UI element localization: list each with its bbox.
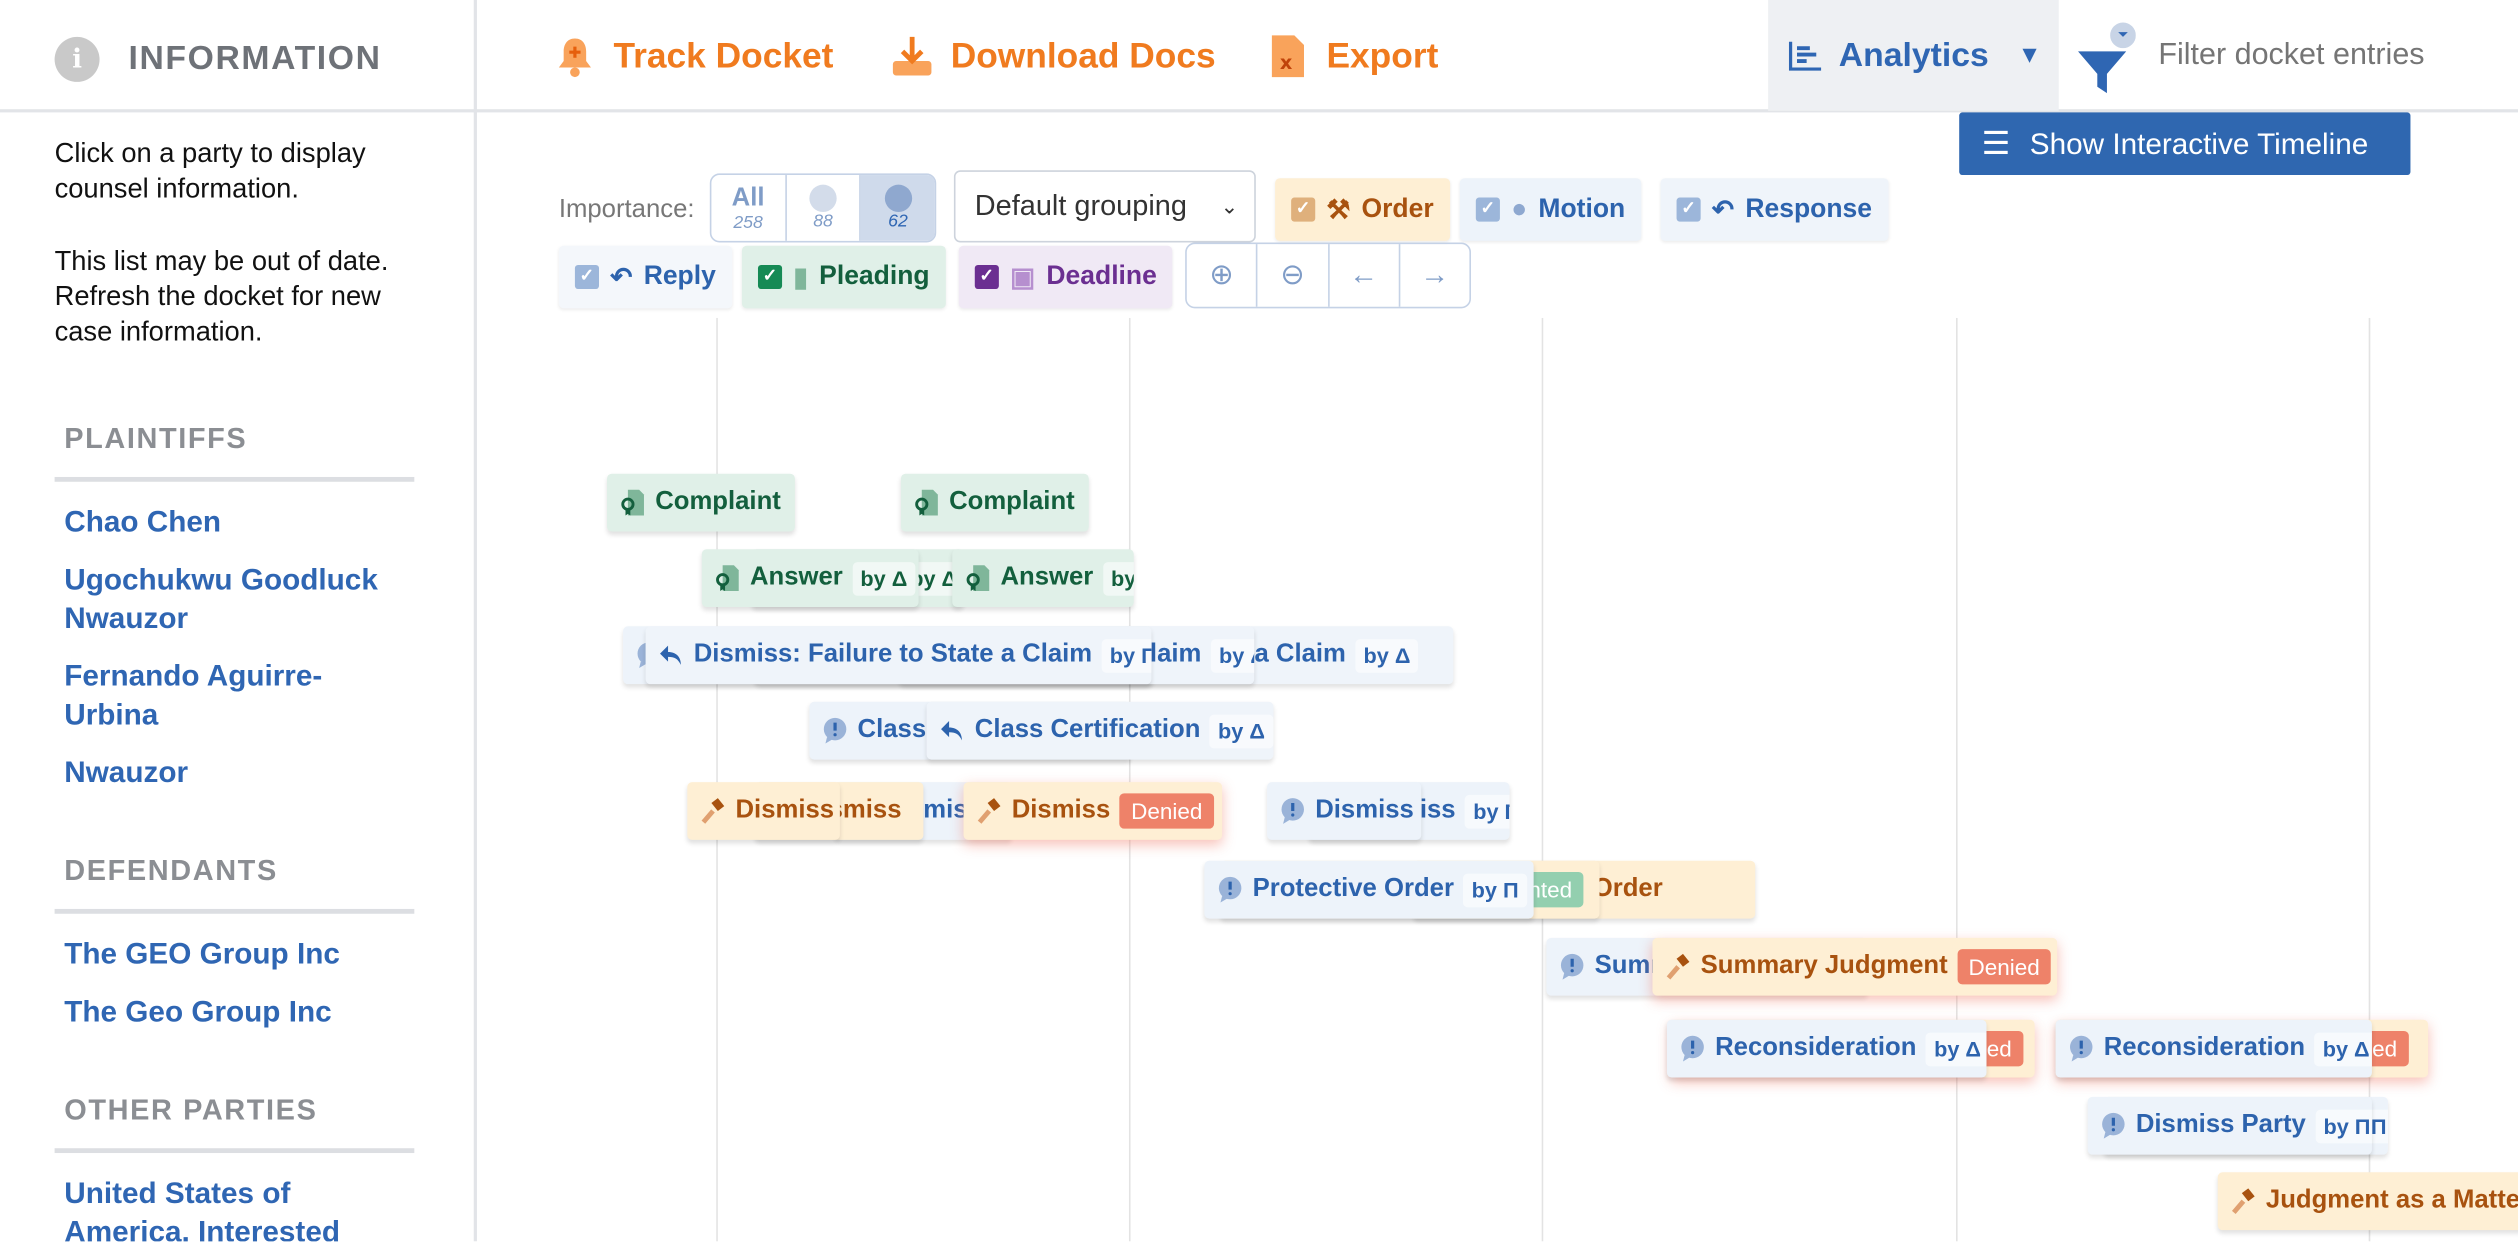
speech-bubble-icon (823, 717, 847, 744)
status-badge: Denied (1119, 793, 1214, 829)
party-badge: by Π (1101, 638, 1152, 673)
entry-label: Answer (1000, 563, 1094, 591)
party-badge: by Π (1463, 872, 1527, 907)
docket-entry-pleading[interactable]: Answer by Δ (952, 549, 1134, 608)
speech-bubble-icon (1281, 798, 1304, 824)
entry-label: Judgment as a Matter (2265, 1186, 2518, 1215)
party-badge: by Δ (1926, 1031, 1987, 1066)
docket-entry-order[interactable]: Dismiss Denied (963, 782, 1223, 840)
entry-label: Complaint (655, 488, 781, 516)
entry-label: Dismiss (1315, 796, 1414, 824)
party-badge: by Π (2315, 1108, 2372, 1143)
entry-label: Dismiss: Failure to State a Claim (693, 640, 1093, 669)
party-badge: by Δ (852, 561, 916, 595)
docket-entry-motion[interactable]: Protective Order by Π (1204, 860, 1534, 919)
party-link[interactable]: Ugochukwu Goodluck Nwauzor (64, 560, 409, 637)
gavel-icon (1666, 953, 1690, 980)
docket-entry-order[interactable]: Judgment as a Matter (2217, 1172, 2518, 1231)
divider (54, 1148, 415, 1154)
plaintiffs-heading: PLAINTIFFS (64, 422, 248, 455)
gridline (1541, 317, 1544, 1242)
party-badge: by Π (1465, 794, 1510, 828)
party-link[interactable]: Chao Chen (64, 503, 449, 542)
docket-entry-motion[interactable]: Dismiss Party by Π (2087, 1096, 2372, 1155)
reply-arrow-icon (941, 721, 962, 741)
timeline: ComplaintComplaintAnswerby ΔAnswerby ΔAn… (479, 0, 2518, 1242)
docket-entry-order[interactable]: Dismiss (687, 782, 840, 840)
entry-label: Dismiss Party (2135, 1111, 2306, 1139)
docket-entry-pleading[interactable]: Complaint (900, 473, 1089, 532)
gavel-icon (2231, 1188, 2255, 1215)
entry-label: Reconsideration (2103, 1034, 2306, 1062)
reply-arrow-icon (660, 645, 681, 665)
docket-entry-reply[interactable]: Dismiss: Failure to State a Claim by Π (645, 626, 1152, 685)
divider (54, 476, 415, 482)
party-badge: by Δ (1210, 713, 1274, 748)
speech-bubble-icon (2070, 1035, 2093, 1062)
party-badge: by Δ (1102, 561, 1134, 595)
entry-label: Protective Order (1252, 875, 1454, 903)
party-badge: by Δ (1355, 638, 1419, 673)
speech-bubble-icon (1218, 876, 1242, 903)
docket-entry-order[interactable]: Summary Judgment Denied (1652, 937, 2058, 996)
sidebar-intro: Click on a party to display counsel info… (54, 138, 366, 204)
divider (54, 908, 415, 914)
docket-entry-motion[interactable]: Reconsideration by Δ (2055, 1019, 2372, 1078)
entry-label: Summary Judgment (1700, 952, 1948, 980)
party-link[interactable]: United States of America, Interested (64, 1174, 369, 1242)
party-link[interactable]: Nwauzor (64, 753, 449, 792)
party-link[interactable]: The Geo Group Inc (64, 992, 449, 1031)
party-link[interactable]: The GEO Group Inc (64, 935, 449, 974)
sidebar-note: This list may be out of date. Refresh th… (54, 245, 389, 347)
status-badge: Denied (1957, 949, 2052, 985)
entry-label: Dismiss (1011, 796, 1111, 824)
entry-label: Answer (749, 563, 843, 591)
party-badge: by Δ (2314, 1031, 2372, 1066)
gridline (716, 317, 718, 1242)
docket-entry-reply[interactable]: Class Certification by Δ (926, 701, 1274, 760)
docket-entry-pleading[interactable]: Complaint (607, 473, 795, 532)
gavel-icon (977, 798, 1001, 824)
speech-bubble-icon (1560, 953, 1584, 980)
speech-bubble-icon (2102, 1112, 2125, 1139)
entry-label: Complaint (949, 488, 1075, 516)
other-parties-heading: OTHER PARTIES (64, 1093, 318, 1126)
gavel-icon (701, 798, 725, 824)
gridline (1128, 317, 1131, 1242)
party-link[interactable]: Fernando Aguirre-Urbina (64, 657, 369, 734)
party-badge: by Δ (1210, 638, 1255, 673)
gridline (1955, 317, 1958, 1242)
certificate-icon (966, 565, 990, 591)
certificate-icon (915, 489, 938, 516)
docket-entry-motion[interactable]: Dismiss (1267, 782, 1422, 840)
docket-entry-motion[interactable]: Reconsideration by Δ (1666, 1019, 1987, 1078)
docket-entry-pleading[interactable]: Answer by Δ (701, 549, 919, 608)
certificate-icon (716, 565, 739, 591)
entry-label: Reconsideration (1715, 1034, 1917, 1062)
entry-label: Dismiss (735, 796, 835, 824)
sidebar: i INFORMATION Click on a party to displa… (0, 0, 477, 1242)
defendants-heading: DEFENDANTS (64, 854, 278, 887)
speech-bubble-icon (1681, 1035, 1704, 1062)
certificate-icon (621, 489, 644, 516)
entry-label: Class Certification (974, 716, 1201, 744)
